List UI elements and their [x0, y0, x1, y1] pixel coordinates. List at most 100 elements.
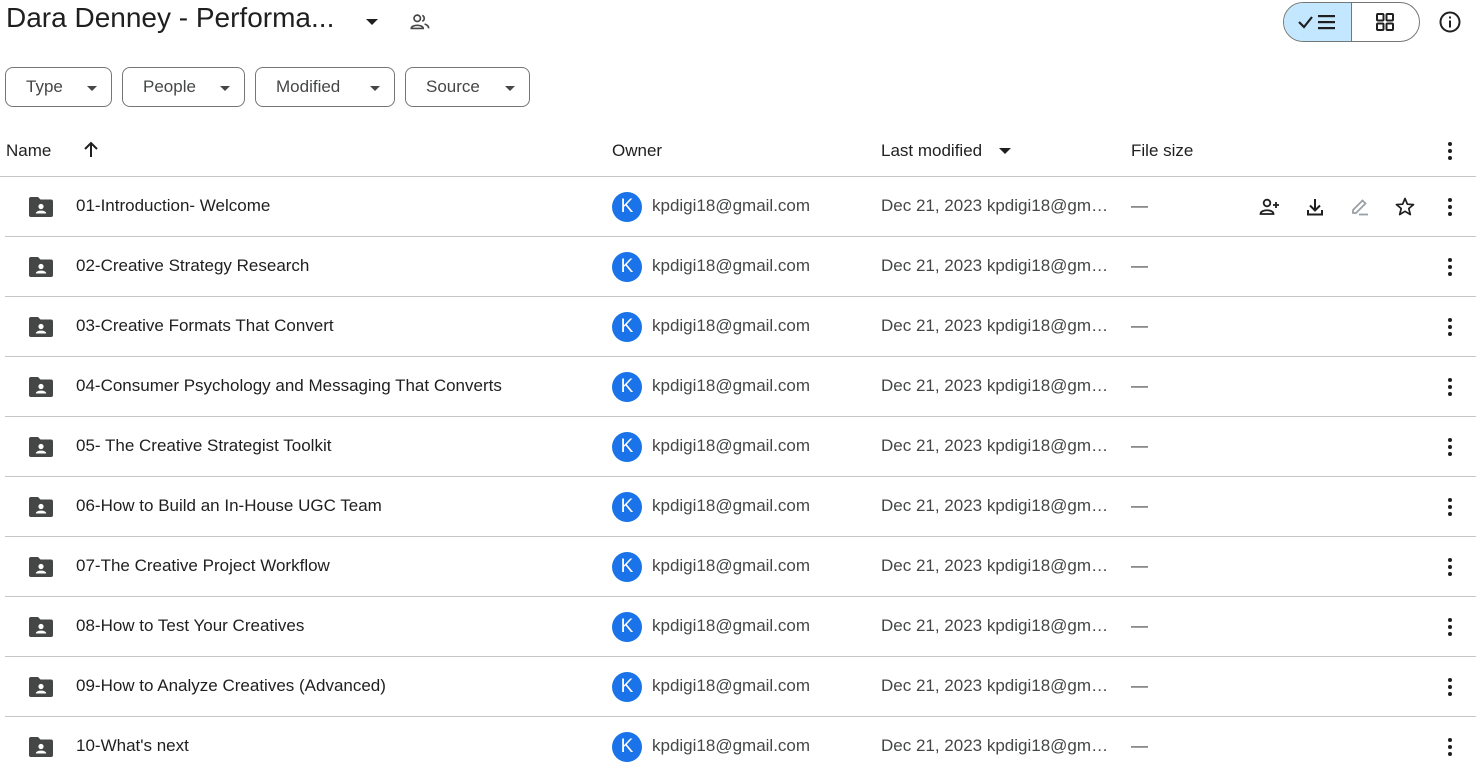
filter-label: Type — [26, 77, 63, 96]
owner-email: kpdigi18@gmail.com — [652, 496, 811, 515]
sort-ascending-arrow-icon[interactable] — [81, 140, 101, 160]
top-bar: Dara Denney - Performa... — [0, 0, 1476, 44]
table-row[interactable]: 06-How to Build an In-House UGC Team K k… — [5, 477, 1476, 537]
owner-email: kpdigi18@gmail.com — [652, 676, 811, 695]
file-size: — — [1131, 616, 1148, 635]
file-name[interactable]: 10-What's next — [76, 736, 189, 756]
add-person-icon[interactable] — [1258, 196, 1280, 218]
filter-people-chip[interactable]: People — [122, 67, 245, 107]
last-modified: Dec 21, 2023 kpdigi18@gmail.com — [881, 436, 1117, 455]
grid-view-icon — [1376, 13, 1395, 31]
filter-source-chip[interactable]: Source — [405, 67, 530, 107]
column-owner: Owner — [612, 141, 663, 160]
file-size: — — [1131, 196, 1148, 215]
more-vert-icon[interactable] — [1440, 736, 1460, 758]
last-modified: Dec 21, 2023 kpdigi18@gmail.com — [881, 196, 1117, 215]
file-size: — — [1131, 496, 1148, 515]
download-icon[interactable] — [1304, 196, 1326, 218]
filter-type-chip[interactable]: Type — [5, 67, 112, 107]
caret-down-icon[interactable] — [998, 146, 1012, 156]
table-row[interactable]: 01-Introduction- Welcome K kpdigi18@gmai… — [5, 177, 1476, 237]
shared-people-icon — [410, 14, 430, 30]
more-vert-icon[interactable] — [1440, 556, 1460, 578]
list-view-button[interactable] — [1284, 3, 1352, 41]
owner-avatar: K — [612, 672, 642, 702]
table-row[interactable]: 09-How to Analyze Creatives (Advanced) K… — [5, 657, 1476, 717]
last-modified: Dec 21, 2023 kpdigi18@gmail.com — [881, 256, 1117, 275]
file-name[interactable]: 05- The Creative Strategist Toolkit — [76, 436, 331, 456]
file-name[interactable]: 04-Consumer Psychology and Messaging Tha… — [76, 376, 502, 396]
file-name[interactable]: 02-Creative Strategy Research — [76, 256, 309, 276]
folder-title[interactable]: Dara Denney - Performa... — [6, 2, 334, 34]
more-vert-icon[interactable] — [1440, 316, 1460, 338]
file-size: — — [1131, 376, 1148, 395]
owner-avatar: K — [612, 312, 642, 342]
shared-folder-icon — [29, 377, 53, 397]
last-modified: Dec 21, 2023 kpdigi18@gmail.com — [881, 376, 1117, 395]
owner-avatar: K — [612, 252, 642, 282]
table-row[interactable]: 03-Creative Formats That Convert K kpdig… — [5, 297, 1476, 357]
last-modified: Dec 21, 2023 kpdigi18@gmail.com — [881, 496, 1117, 515]
checked-list-view-icon — [1298, 15, 1336, 30]
table-row[interactable]: 04-Consumer Psychology and Messaging Tha… — [5, 357, 1476, 417]
file-size: — — [1131, 676, 1148, 695]
owner-email: kpdigi18@gmail.com — [652, 556, 811, 575]
star-icon[interactable] — [1394, 196, 1416, 218]
more-vert-icon[interactable] — [1440, 676, 1460, 698]
column-name[interactable]: Name — [6, 141, 51, 161]
file-name[interactable]: 06-How to Build an In-House UGC Team — [76, 496, 382, 516]
info-icon[interactable] — [1438, 10, 1462, 34]
owner-email: kpdigi18@gmail.com — [652, 616, 811, 635]
table-row[interactable]: 07-The Creative Project Workflow K kpdig… — [5, 537, 1476, 597]
file-size: — — [1131, 556, 1148, 575]
more-vert-icon[interactable] — [1440, 616, 1460, 638]
shared-folder-icon — [29, 497, 53, 517]
filter-label: Source — [426, 77, 480, 96]
chevron-down-icon — [505, 86, 515, 91]
owner-email: kpdigi18@gmail.com — [652, 376, 811, 395]
owner-avatar: K — [612, 372, 642, 402]
filter-modified-chip[interactable]: Modified — [255, 67, 395, 107]
more-vert-icon[interactable] — [1440, 376, 1460, 398]
file-name[interactable]: 03-Creative Formats That Convert — [76, 316, 334, 336]
table-row[interactable]: 02-Creative Strategy Research K kpdigi18… — [5, 237, 1476, 297]
filter-label: Modified — [276, 77, 341, 96]
table-row[interactable]: 08-How to Test Your Creatives K kpdigi18… — [5, 597, 1476, 657]
owner-avatar: K — [612, 192, 642, 222]
file-size: — — [1131, 316, 1148, 335]
last-modified: Dec 21, 2023 kpdigi18@gmail.com — [881, 556, 1117, 575]
more-vert-icon[interactable] — [1440, 436, 1460, 458]
shared-folder-icon — [29, 437, 53, 457]
shared-folder-icon — [29, 737, 53, 757]
column-last-modified[interactable]: Last modified — [881, 141, 982, 161]
last-modified: Dec 21, 2023 kpdigi18@gmail.com — [881, 736, 1117, 755]
owner-avatar: K — [612, 432, 642, 462]
caret-down-icon[interactable] — [364, 14, 380, 30]
owner-email: kpdigi18@gmail.com — [652, 316, 811, 335]
last-modified: Dec 21, 2023 kpdigi18@gmail.com — [881, 616, 1117, 635]
grid-view-button[interactable] — [1352, 3, 1420, 41]
file-name[interactable]: 01-Introduction- Welcome — [76, 196, 270, 216]
table-header: Name Owner Last modified File size — [0, 127, 1476, 177]
table-row[interactable]: 10-What's next K kpdigi18@gmail.com Dec … — [5, 717, 1476, 767]
shared-folder-icon — [29, 257, 53, 277]
file-name[interactable]: 09-How to Analyze Creatives (Advanced) — [76, 676, 386, 696]
chevron-down-icon — [370, 86, 380, 91]
file-name[interactable]: 07-The Creative Project Workflow — [76, 556, 330, 576]
more-vert-icon[interactable] — [1440, 140, 1460, 162]
owner-email: kpdigi18@gmail.com — [652, 256, 811, 275]
file-size: — — [1131, 256, 1148, 275]
more-vert-icon[interactable] — [1440, 496, 1460, 518]
shared-folder-icon — [29, 557, 53, 577]
more-vert-icon[interactable] — [1440, 196, 1460, 218]
last-modified: Dec 21, 2023 kpdigi18@gmail.com — [881, 316, 1117, 335]
rename-icon[interactable] — [1349, 196, 1371, 218]
shared-folder-icon — [29, 317, 53, 337]
table-row[interactable]: 05- The Creative Strategist Toolkit K kp… — [5, 417, 1476, 477]
file-name[interactable]: 08-How to Test Your Creatives — [76, 616, 304, 636]
more-vert-icon[interactable] — [1440, 256, 1460, 278]
owner-avatar: K — [612, 612, 642, 642]
owner-avatar: K — [612, 732, 642, 762]
chevron-down-icon — [87, 86, 97, 91]
chevron-down-icon — [220, 86, 230, 91]
